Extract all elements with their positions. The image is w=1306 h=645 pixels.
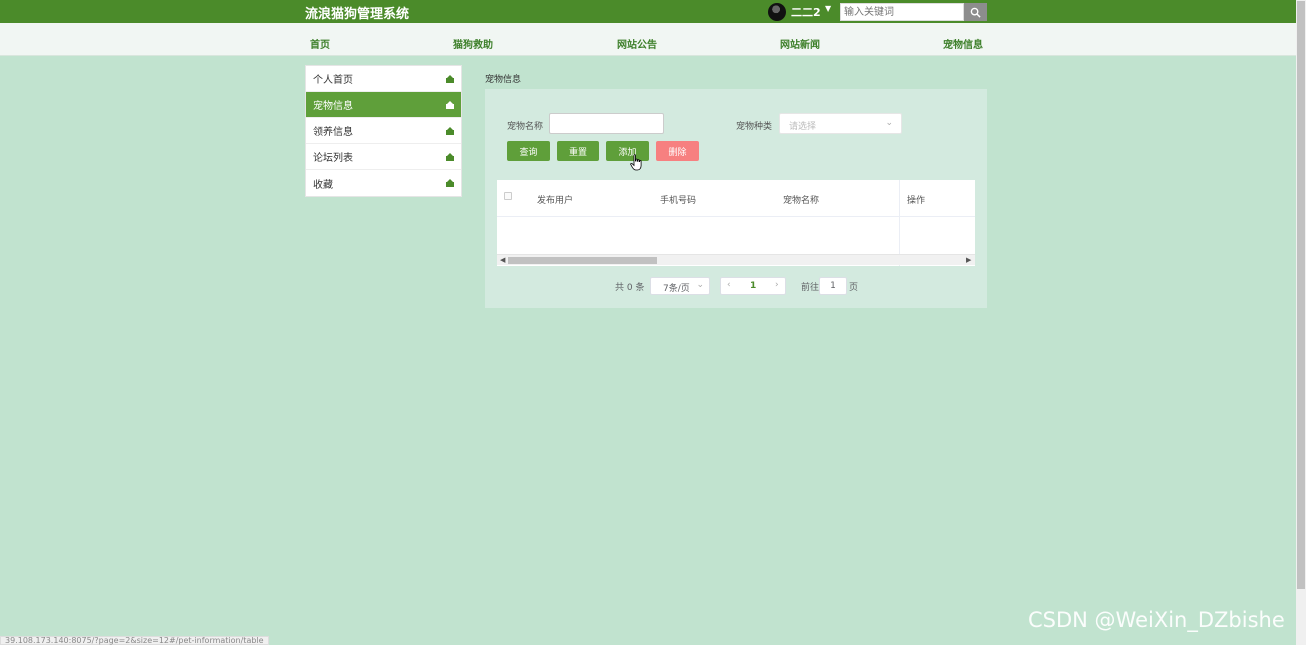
- sidebar-item-forum[interactable]: 论坛列表: [306, 144, 461, 170]
- status-url: 39.108.173.140:8075/?page=2&size=12#/pet…: [0, 636, 269, 645]
- sidebar-item-pet-info[interactable]: 宠物信息: [306, 92, 461, 118]
- prev-page-icon[interactable]: ‹: [727, 280, 731, 290]
- sidebar-item-label: 宠物信息: [313, 101, 353, 112]
- pager: ‹ 1 ›: [720, 277, 786, 295]
- avatar[interactable]: [768, 3, 786, 21]
- scroll-right-icon[interactable]: ▶: [966, 255, 971, 266]
- page-suffix: 页: [849, 283, 859, 293]
- home-icon: [446, 152, 454, 161]
- search-icon: [970, 7, 981, 18]
- home-icon: [446, 126, 454, 135]
- pet-type-select[interactable]: 请选择 ⌄: [779, 113, 902, 134]
- main-nav: 首页 猫狗救助 网站公告 网站新闻 宠物信息: [0, 23, 1296, 56]
- pet-type-placeholder: 请选择: [789, 122, 817, 132]
- sidebar-item-label: 论坛列表: [313, 153, 353, 164]
- delete-button[interactable]: 删除: [656, 141, 699, 161]
- home-icon: [446, 100, 454, 109]
- sidebar-item-favorites[interactable]: 收藏: [306, 170, 461, 196]
- current-page[interactable]: 1: [750, 281, 756, 291]
- top-bar: 流浪猫狗管理系统 二二2 ▼: [0, 0, 1296, 23]
- column-header-phone: 手机号码: [660, 196, 697, 206]
- chevron-down-icon: ⌄: [885, 118, 893, 128]
- column-header-pet-name: 宠物名称: [783, 196, 820, 206]
- page-size-select[interactable]: 7条/页 ⌄: [650, 277, 710, 295]
- chevron-down-icon: ⌄: [696, 280, 704, 290]
- caret-down-icon[interactable]: ▼: [825, 4, 831, 13]
- sidebar-item-adoption[interactable]: 领养信息: [306, 118, 461, 144]
- username[interactable]: 二二2: [791, 4, 821, 20]
- watermark: CSDN @WeiXin_DZbishe: [1028, 608, 1285, 632]
- scrollbar-thumb[interactable]: [508, 257, 657, 264]
- home-icon: [446, 74, 454, 83]
- column-header-user: 发布用户: [537, 196, 574, 206]
- select-all-checkbox[interactable]: [504, 192, 512, 200]
- sidebar: 个人首页 宠物信息 领养信息 论坛列表 收藏: [305, 65, 462, 197]
- content-panel: 宠物名称 宠物种类 请选择 ⌄ 查询 重置 添加 删除 发布用户 手机号码 宠物…: [485, 89, 987, 308]
- nav-rescue[interactable]: 猫狗救助: [453, 36, 493, 51]
- query-button[interactable]: 查询: [507, 141, 550, 161]
- sidebar-item-profile[interactable]: 个人首页: [306, 66, 461, 92]
- nav-news[interactable]: 网站新闻: [780, 36, 820, 51]
- column-header-actions: 操作: [907, 196, 926, 206]
- table-horizontal-scrollbar[interactable]: ◀ ▶: [497, 254, 975, 265]
- pet-name-label: 宠物名称: [507, 122, 544, 132]
- table-header-divider: [497, 216, 975, 217]
- sidebar-item-label: 领养信息: [313, 127, 353, 138]
- nav-pet-info[interactable]: 宠物信息: [943, 36, 983, 51]
- search-input[interactable]: [840, 3, 964, 21]
- total-count: 共 0 条: [615, 283, 645, 293]
- nav-announcements[interactable]: 网站公告: [617, 36, 657, 51]
- hand-cursor-icon: [630, 154, 642, 171]
- goto-label: 前往: [801, 283, 820, 293]
- page-scrollbar[interactable]: [1296, 0, 1306, 645]
- scroll-left-icon[interactable]: ◀: [500, 255, 505, 266]
- pet-type-label: 宠物种类: [736, 122, 773, 132]
- pet-name-input[interactable]: [549, 113, 664, 134]
- app-title: 流浪猫狗管理系统: [305, 7, 410, 22]
- home-icon: [446, 179, 454, 187]
- goto-page-input[interactable]: 1: [819, 277, 847, 295]
- sidebar-item-label: 收藏: [313, 179, 333, 191]
- sidebar-item-label: 个人首页: [313, 75, 353, 86]
- breadcrumb: 宠物信息: [485, 75, 522, 85]
- next-page-icon[interactable]: ›: [775, 280, 779, 290]
- reset-button[interactable]: 重置: [557, 141, 599, 161]
- data-table: 发布用户 手机号码 宠物名称 操作 ◀ ▶: [497, 180, 975, 266]
- page-size-value: 7条/页: [663, 284, 690, 294]
- search-button[interactable]: [964, 3, 987, 21]
- nav-home[interactable]: 首页: [310, 36, 330, 51]
- page-scrollbar-thumb[interactable]: [1297, 1, 1305, 589]
